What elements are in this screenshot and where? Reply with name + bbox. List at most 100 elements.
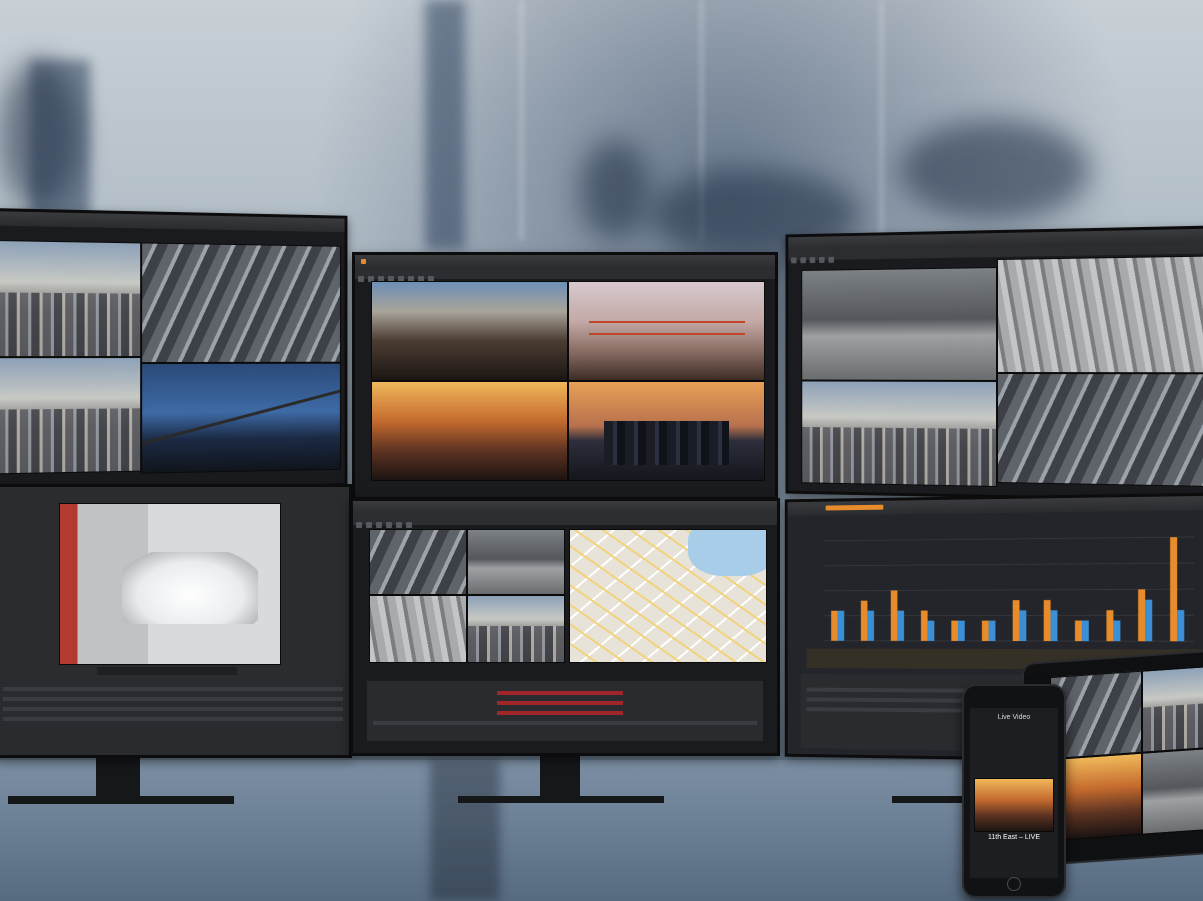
chart-bar[interactable] <box>1170 537 1178 642</box>
camera-tile[interactable] <box>0 357 142 475</box>
chart-bar[interactable] <box>1081 620 1089 642</box>
title-bar <box>0 211 345 233</box>
camera-tile[interactable] <box>1142 664 1203 753</box>
chart-bar[interactable] <box>1113 620 1121 642</box>
tool-icon[interactable] <box>358 276 364 282</box>
mobile-phone: Live Video 11th East – LIVE <box>962 684 1066 898</box>
title-bar <box>355 255 775 269</box>
tool-icon[interactable] <box>809 257 816 264</box>
camera-tile[interactable] <box>0 239 142 358</box>
chart-bar[interactable] <box>1043 600 1051 642</box>
camera-tile[interactable] <box>997 255 1203 374</box>
background-pane <box>880 0 883 240</box>
background-window-frame <box>425 0 465 250</box>
tool-icon[interactable] <box>800 257 806 264</box>
camera-tile[interactable] <box>997 372 1203 488</box>
chart-bar[interactable] <box>1138 589 1146 642</box>
background-person <box>0 60 80 210</box>
list-row[interactable] <box>3 717 343 721</box>
playback-controls[interactable] <box>97 667 237 675</box>
map-view[interactable] <box>569 529 767 663</box>
chart-bar[interactable] <box>958 620 965 641</box>
tool-icon[interactable] <box>406 522 412 528</box>
camera-tile[interactable] <box>568 281 765 381</box>
chart-bar[interactable] <box>867 610 875 641</box>
monitor-stand-base <box>892 796 962 803</box>
tool-icon[interactable] <box>386 522 392 528</box>
monitor-stand-base <box>8 796 234 804</box>
list-row[interactable] <box>373 721 757 725</box>
chart-bar[interactable] <box>890 590 898 641</box>
camera-tile[interactable] <box>801 380 998 487</box>
title-bar <box>787 495 1203 516</box>
tool-icon[interactable] <box>791 257 797 264</box>
control-room-scene: Live Video 11th East – LIVE <box>0 0 1203 901</box>
chart-bar[interactable] <box>897 610 905 641</box>
chart-bar[interactable] <box>1050 610 1058 642</box>
vehicle <box>121 552 258 624</box>
home-button[interactable] <box>1007 877 1021 891</box>
desk-reflection <box>430 760 500 901</box>
camera-tile[interactable] <box>568 381 765 481</box>
background-person <box>580 140 650 240</box>
camera-tile[interactable] <box>59 503 281 665</box>
toolbar <box>353 515 777 528</box>
background-pane <box>520 0 523 240</box>
alarm-row[interactable] <box>497 701 623 705</box>
list-row[interactable] <box>3 697 343 701</box>
tab-indicator-icon <box>825 504 884 511</box>
alarm-row[interactable] <box>497 711 623 715</box>
monitor-stand <box>96 752 140 800</box>
monitor-bottom-left <box>0 484 352 758</box>
camera-tile[interactable] <box>371 381 568 481</box>
bar-chart <box>810 523 1203 656</box>
phone-screen: Live Video 11th East – LIVE <box>970 708 1058 878</box>
camera-tile[interactable] <box>369 529 467 595</box>
event-list <box>0 679 349 755</box>
camera-tile[interactable] <box>467 529 565 595</box>
chart-bar[interactable] <box>981 620 989 641</box>
list-row[interactable] <box>3 707 343 711</box>
list-row[interactable] <box>3 687 343 691</box>
chart-bar[interactable] <box>837 610 845 641</box>
grid-line <box>824 563 1194 566</box>
alarm-list <box>367 681 763 741</box>
camera-tile[interactable] <box>369 595 467 663</box>
monitor-stand-base <box>458 796 664 803</box>
chart-bar[interactable] <box>1106 610 1114 642</box>
camera-tile[interactable] <box>141 362 341 474</box>
tool-icon[interactable] <box>819 256 825 263</box>
tool-icon[interactable] <box>396 522 402 528</box>
monitor-stand <box>540 752 580 798</box>
tool-icon[interactable] <box>356 522 362 528</box>
camera-tile[interactable] <box>141 242 341 364</box>
tool-icon[interactable] <box>828 256 835 263</box>
chart-bar[interactable] <box>988 620 996 641</box>
camera-tile[interactable] <box>467 595 565 663</box>
chart-bar[interactable] <box>1145 599 1153 642</box>
grid-line <box>824 537 1194 541</box>
camera-tile[interactable] <box>1142 746 1203 835</box>
window-dot-icon <box>361 259 366 264</box>
tool-icon[interactable] <box>366 522 372 528</box>
title-bar <box>353 501 777 515</box>
chart-bar[interactable] <box>951 620 959 641</box>
toolbar <box>355 269 775 282</box>
camera-tile[interactable] <box>801 267 998 381</box>
chart-bar[interactable] <box>920 610 928 641</box>
chart-bar[interactable] <box>927 620 935 641</box>
phone-title: Live Video <box>997 714 1031 721</box>
chart-bar[interactable] <box>1012 600 1020 642</box>
chart-bar[interactable] <box>1177 610 1185 642</box>
chart-bar[interactable] <box>1019 610 1027 642</box>
camera-tile[interactable] <box>371 281 568 381</box>
camera-tile[interactable] <box>974 778 1054 832</box>
camera-caption: 11th East – LIVE <box>987 834 1040 841</box>
tool-icon[interactable] <box>376 522 382 528</box>
monitor-top-left <box>0 208 348 494</box>
alarm-row[interactable] <box>497 691 623 695</box>
monitor-bottom-center <box>350 498 780 756</box>
chart-bar[interactable] <box>860 600 868 641</box>
chart-bar[interactable] <box>831 610 838 641</box>
chart-bar[interactable] <box>1074 620 1082 642</box>
